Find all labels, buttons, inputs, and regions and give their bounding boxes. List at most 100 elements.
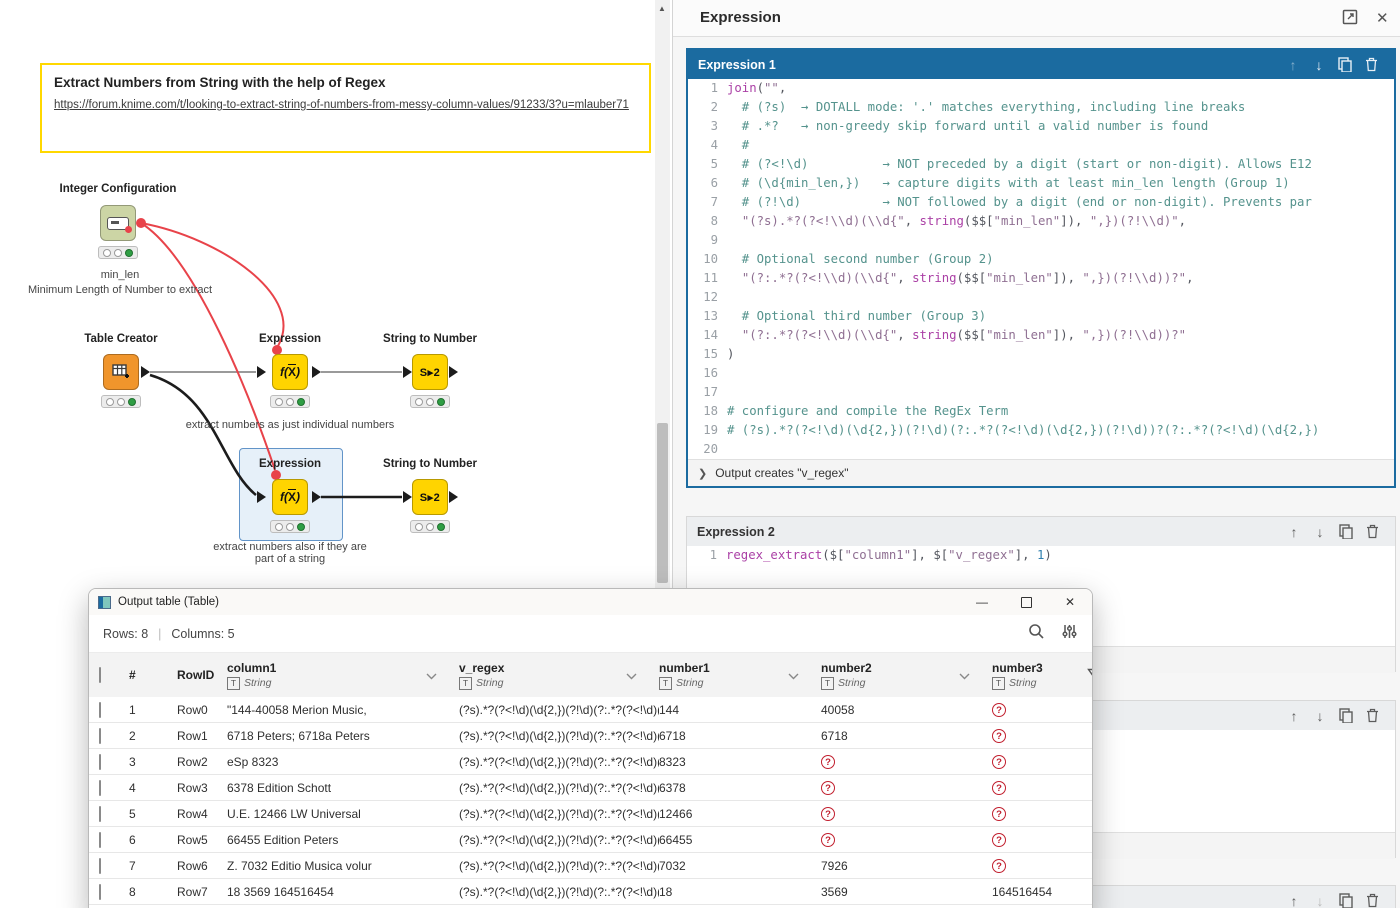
delete-icon[interactable]	[1359, 706, 1385, 726]
copy-icon[interactable]	[1333, 706, 1359, 726]
code-line[interactable]: 1join("",	[688, 79, 1394, 98]
move-up-icon[interactable]: ↑	[1281, 706, 1307, 726]
v-regex-cell: (?s).*?(?<!\d)(\d{2,})(?!\d)(?:.*?(?<!\d…	[459, 807, 659, 821]
code-line[interactable]: 1regex_extract($["column1"], $["v_regex"…	[687, 546, 1395, 565]
number1-cell: 6378	[659, 781, 821, 795]
close-icon[interactable]: ✕	[1376, 9, 1394, 27]
filter-funnel-icon[interactable]	[1087, 668, 1093, 682]
code-line[interactable]: 17	[688, 383, 1394, 402]
code-line[interactable]: 3 # .*? → non-greedy skip forward until …	[688, 117, 1394, 136]
code-line[interactable]: 11 "(?:.*?(?<!\\d)(\\d{", string($$["min…	[688, 269, 1394, 288]
code-line[interactable]: 10 # Optional second number (Group 2)	[688, 250, 1394, 269]
column-header-number2[interactable]: number2 TString	[821, 661, 992, 690]
scrollbar-thumb[interactable]	[657, 423, 668, 583]
move-up-icon[interactable]: ↑	[1281, 891, 1307, 908]
code-line[interactable]: 13 # Optional third number (Group 3)	[688, 307, 1394, 326]
table-row[interactable]: 3Row2eSp 8323(?s).*?(?<!\d)(\d{2,})(?!\d…	[89, 749, 1092, 775]
move-down-icon[interactable]: ↓	[1307, 891, 1333, 908]
table-row[interactable]: 2Row16718 Peters; 6718a Peters(?s).*?(?<…	[89, 723, 1092, 749]
chevron-down-icon[interactable]	[959, 673, 970, 680]
table-row[interactable]: 8Row718 3569 164516454(?s).*?(?<!\d)(\d{…	[89, 879, 1092, 905]
code-line[interactable]: 14 "(?:.*?(?<!\\d)(\\d{", string($$["min…	[688, 326, 1394, 345]
table-row[interactable]: 7Row6Z. 7032 Editio Musica volur(?s).*?(…	[89, 853, 1092, 879]
traffic-light-string-to-number-bottom	[410, 520, 450, 533]
move-down-icon[interactable]: ↓	[1307, 522, 1333, 542]
number2-cell: 6718	[821, 729, 992, 743]
scroll-up-icon[interactable]: ▲	[658, 4, 666, 13]
code-line[interactable]: 7 # (?!\d) → NOT followed by a digit (en…	[688, 193, 1394, 212]
code-line[interactable]: 8 "(?s).*?(?<!\\d)(\\d{", string($$["min…	[688, 212, 1394, 231]
annotation-link[interactable]: https://forum.knime.com/t/looking-to-ext…	[54, 99, 629, 111]
column-header-column1[interactable]: column1 TString	[227, 661, 459, 690]
window-title-bar[interactable]: Output table (Table) — ✕	[89, 589, 1092, 615]
row-checkbox[interactable]	[99, 832, 101, 848]
row-checkbox[interactable]	[99, 754, 101, 770]
code-line[interactable]: 19# (?s).*?(?<!\d)(\d{2,})(?!\d)(?:.*?(?…	[688, 421, 1394, 440]
column-header-number3[interactable]: number3 TString	[992, 661, 1070, 690]
row-number-cell: 6	[129, 833, 177, 847]
expression-2-header: Expression 2 ↑ ↓	[687, 517, 1395, 546]
code-line[interactable]: 2 # (?s) → DOTALL mode: '.' matches ever…	[688, 98, 1394, 117]
copy-icon[interactable]	[1332, 55, 1358, 75]
node-string-to-number-bottom[interactable]: S▸2	[412, 479, 448, 515]
code-line[interactable]: 5 # (?<!\d) → NOT preceded by a digit (s…	[688, 155, 1394, 174]
row-checkbox[interactable]	[99, 884, 101, 900]
missing-value-icon: ?	[992, 703, 1006, 717]
traffic-light-integer-configuration	[98, 246, 138, 259]
code-line[interactable]: 16	[688, 364, 1394, 383]
missing-value-icon: ?	[992, 859, 1006, 873]
table-row[interactable]: 5Row4U.E. 12466 LW Universal(?s).*?(?<!\…	[89, 801, 1092, 827]
delete-icon[interactable]	[1359, 891, 1385, 908]
table-body: 1Row0"144-40058 Merion Music,(?s).*?(?<!…	[89, 697, 1092, 905]
node-expression-bottom[interactable]: f(X)	[272, 479, 308, 515]
node-integer-configuration[interactable]	[100, 205, 136, 241]
node-string-to-number-top[interactable]: S▸2	[412, 354, 448, 390]
code-line[interactable]: 6 # (\d{min_len,}) → capture digits with…	[688, 174, 1394, 193]
delete-icon[interactable]	[1359, 522, 1385, 542]
expand-icon[interactable]	[1342, 9, 1360, 27]
node-table-creator[interactable]	[103, 354, 139, 390]
column-header-number1[interactable]: number1 TString	[659, 661, 821, 690]
row-checkbox[interactable]	[99, 806, 101, 822]
row-checkbox[interactable]	[99, 858, 101, 874]
chevron-down-icon[interactable]	[788, 673, 799, 680]
row-checkbox[interactable]	[99, 728, 101, 744]
code-line[interactable]: 4 #	[688, 136, 1394, 155]
move-up-icon[interactable]: ↑	[1280, 55, 1306, 75]
output-table-window: Output table (Table) — ✕ Rows: 8 | Colum…	[88, 588, 1093, 908]
select-all-checkbox[interactable]	[99, 667, 101, 683]
number3-cell: ?	[992, 806, 1070, 821]
code-line[interactable]: 18# configure and compile the RegEx Term	[688, 402, 1394, 421]
code-line[interactable]: 15)	[688, 345, 1394, 364]
table-row[interactable]: 1Row0"144-40058 Merion Music,(?s).*?(?<!…	[89, 697, 1092, 723]
maximize-icon[interactable]	[1004, 589, 1048, 615]
copy-icon[interactable]	[1333, 522, 1359, 542]
node-title-integer-configuration: Integer Configuration	[60, 183, 177, 195]
move-down-icon[interactable]: ↓	[1306, 55, 1332, 75]
expression-1-output-bar[interactable]: ❯ Output creates "v_regex"	[688, 459, 1394, 486]
number2-cell: 40058	[821, 703, 992, 717]
workflow-annotation[interactable]: Extract Numbers from String with the hel…	[40, 63, 651, 153]
row-checkbox[interactable]	[99, 780, 101, 796]
column-header-v-regex[interactable]: v_regex TString	[459, 661, 659, 690]
chevron-down-icon[interactable]	[426, 673, 437, 680]
rowid-cell: Row3	[177, 781, 227, 795]
close-icon[interactable]: ✕	[1048, 589, 1092, 615]
minimize-icon[interactable]: —	[960, 589, 1004, 615]
search-icon[interactable]	[1028, 623, 1045, 640]
code-line[interactable]: 20	[688, 440, 1394, 459]
filter-settings-icon[interactable]	[1061, 623, 1078, 640]
row-checkbox[interactable]	[99, 702, 101, 718]
table-row[interactable]: 4Row36378 Edition Schott(?s).*?(?<!\d)(\…	[89, 775, 1092, 801]
copy-icon[interactable]	[1333, 891, 1359, 908]
expression-1-editor[interactable]: 1join("",2 # (?s) → DOTALL mode: '.' mat…	[688, 79, 1394, 459]
code-line[interactable]: 12	[688, 288, 1394, 307]
move-down-icon[interactable]: ↓	[1307, 706, 1333, 726]
table-row[interactable]: 6Row566455 Edition Peters(?s).*?(?<!\d)(…	[89, 827, 1092, 853]
node-expression-top[interactable]: f(X)	[272, 354, 308, 390]
delete-icon[interactable]	[1358, 55, 1384, 75]
number2-cell: ?	[821, 806, 992, 821]
code-line[interactable]: 9	[688, 231, 1394, 250]
move-up-icon[interactable]: ↑	[1281, 522, 1307, 542]
chevron-down-icon[interactable]	[626, 673, 637, 680]
